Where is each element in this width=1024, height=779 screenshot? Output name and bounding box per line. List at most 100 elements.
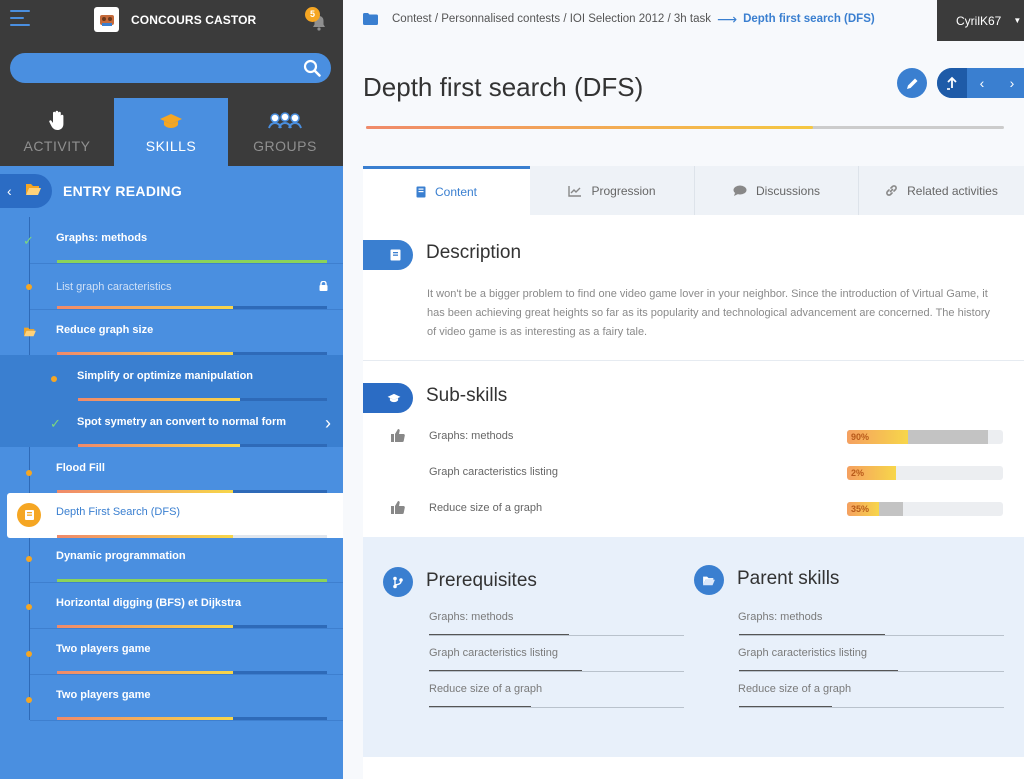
subskill-row[interactable]: Graphs: methods 90%: [363, 426, 1024, 448]
thumbs-up-icon: [391, 429, 405, 447]
folder-title: ENTRY READING: [63, 183, 183, 199]
tab-content-label: Content: [434, 185, 478, 199]
parent-skill-link[interactable]: Reduce size of a graph: [738, 683, 851, 695]
skill-label: Depth First Search (DFS): [56, 506, 181, 518]
graduation-cap-icon: [387, 393, 401, 403]
subskill-label: Graph caracteristics listing: [429, 466, 558, 478]
subskill-label: Reduce size of a graph: [429, 502, 543, 514]
graduation-cap-icon: [114, 110, 228, 132]
prerequisite-link[interactable]: Graph caracteristics listing: [429, 647, 558, 659]
skill-label: List graph caracteristics: [56, 281, 172, 293]
lock-icon: [319, 278, 328, 296]
check-icon: ✓: [50, 416, 61, 431]
subskill-percent: 35%: [851, 504, 870, 514]
description-text: It won't be a bigger problem to find one…: [427, 288, 990, 338]
chevron-right-icon: ›: [1009, 75, 1015, 91]
skill-item[interactable]: Flood Fill: [0, 447, 343, 493]
skill-label: Spot symetry an convert to normal form: [77, 416, 287, 428]
tab-activity-label: ACTIVITY: [23, 138, 91, 154]
skill-item[interactable]: Simplify or optimize manipulation: [0, 355, 343, 401]
skill-item[interactable]: Two players game: [0, 629, 343, 675]
subskill-score-bar: 35%: [847, 502, 1003, 516]
skill-label: Two players game: [56, 643, 151, 655]
subskill-score-bar: 90%: [847, 430, 1003, 444]
status-dot: [26, 697, 32, 703]
skill-item[interactable]: Two players game: [0, 675, 343, 721]
subskill-row[interactable]: Graph caracteristics listing 2%: [363, 462, 1024, 484]
user-menu[interactable]: CyrilK67 ▼: [937, 0, 1024, 41]
tab-content[interactable]: Content: [363, 166, 530, 215]
status-dot: [51, 376, 57, 382]
caret-down-icon: ▼: [1013, 16, 1022, 25]
prerequisite-progress-fill: [429, 706, 531, 707]
link-icon: [885, 184, 898, 197]
folder-open-icon: [25, 182, 42, 201]
skill-item-current[interactable]: Depth First Search (DFS): [7, 493, 343, 538]
parent-skill-progress: [739, 706, 1004, 708]
search-icon[interactable]: [303, 59, 321, 77]
app-logo: [94, 7, 119, 32]
chevron-right-icon[interactable]: ›: [325, 413, 331, 434]
tab-skills-label: SKILLS: [145, 138, 197, 154]
breadcrumb-path[interactable]: Contest / Personnalised contests / IOI S…: [392, 13, 711, 25]
parent-button[interactable]: [937, 68, 967, 98]
prerequisite-link[interactable]: Graphs: methods: [429, 611, 513, 623]
username: CyrilK67: [956, 13, 1002, 28]
next-button[interactable]: ›: [997, 68, 1024, 98]
chart-icon: [568, 185, 582, 197]
tab-progression[interactable]: Progression: [530, 166, 695, 215]
content-panel: Description It won't be a bigger problem…: [363, 215, 1024, 779]
arrow-up-icon: [947, 76, 957, 90]
skill-label: Flood Fill: [56, 462, 105, 474]
back-button[interactable]: ‹: [0, 174, 52, 208]
skill-label: Dynamic programmation: [56, 550, 186, 562]
subskill-percent: 90%: [851, 432, 870, 442]
previous-button[interactable]: ‹: [967, 68, 997, 98]
folder-icon[interactable]: [363, 13, 378, 25]
content-tabs: Content Progression Discussions Related …: [363, 166, 1024, 215]
skill-item[interactable]: Horizontal digging (BFS) et Dijkstra: [0, 583, 343, 629]
subskills-tag: [363, 383, 413, 413]
edit-button[interactable]: [897, 68, 927, 98]
skill-item[interactable]: Dynamic programmation: [0, 538, 343, 583]
subskill-row[interactable]: Reduce size of a graph 35%: [363, 498, 1024, 520]
tab-discussions[interactable]: Discussions: [695, 166, 859, 215]
status-dot: [26, 604, 32, 610]
prerequisite-link[interactable]: Reduce size of a graph: [429, 683, 542, 695]
page-progress-fill: [366, 126, 813, 129]
chat-icon: [733, 185, 747, 197]
skill-label: Horizontal digging (BFS) et Dijkstra: [56, 597, 242, 609]
parent-skill-link[interactable]: Graphs: methods: [738, 611, 822, 623]
book-icon: [390, 249, 401, 261]
breadcrumb-current: Depth first search (DFS): [743, 13, 875, 25]
skill-item[interactable]: ✓ Graphs: methods: [0, 218, 343, 264]
tab-groups[interactable]: GROUPS: [228, 98, 342, 166]
status-dot: [26, 470, 32, 476]
section-divider: [363, 360, 1024, 361]
skill-item[interactable]: Reduce graph size: [0, 310, 343, 355]
book-icon: [416, 186, 426, 198]
skill-item[interactable]: ✓ Spot symetry an convert to normal form…: [0, 401, 343, 447]
status-dot: [26, 651, 32, 657]
search-input[interactable]: [10, 53, 331, 83]
tab-activity[interactable]: ACTIVITY: [0, 98, 114, 166]
parent-skills-title: Parent skills: [737, 568, 840, 589]
related-skills-panel: Prerequisites Graphs: methods Graph cara…: [363, 537, 1024, 757]
skill-label: Reduce graph size: [56, 324, 154, 336]
subskills-title: Sub-skills: [426, 385, 508, 406]
description-tag: [363, 240, 413, 270]
breadcrumb: Contest / Personnalised contests / IOI S…: [343, 0, 937, 38]
chevron-left-icon: ‹: [979, 75, 985, 91]
check-icon: ✓: [23, 233, 34, 248]
parent-skill-progress: [739, 670, 1004, 672]
skill-item[interactable]: List graph caracteristics: [0, 264, 343, 310]
book-icon: [17, 503, 41, 527]
tab-skills[interactable]: SKILLS: [114, 98, 228, 166]
folder-header: ‹ ENTRY READING: [0, 166, 343, 217]
tab-related-activities[interactable]: Related activities: [859, 166, 1024, 215]
subskill-score-bar: 2%: [847, 466, 1003, 480]
folder-open-icon: [694, 565, 724, 595]
parent-skill-link[interactable]: Graph caracteristics listing: [738, 647, 867, 659]
subskill-percent: 2%: [851, 468, 865, 478]
menu-icon[interactable]: [10, 10, 30, 28]
